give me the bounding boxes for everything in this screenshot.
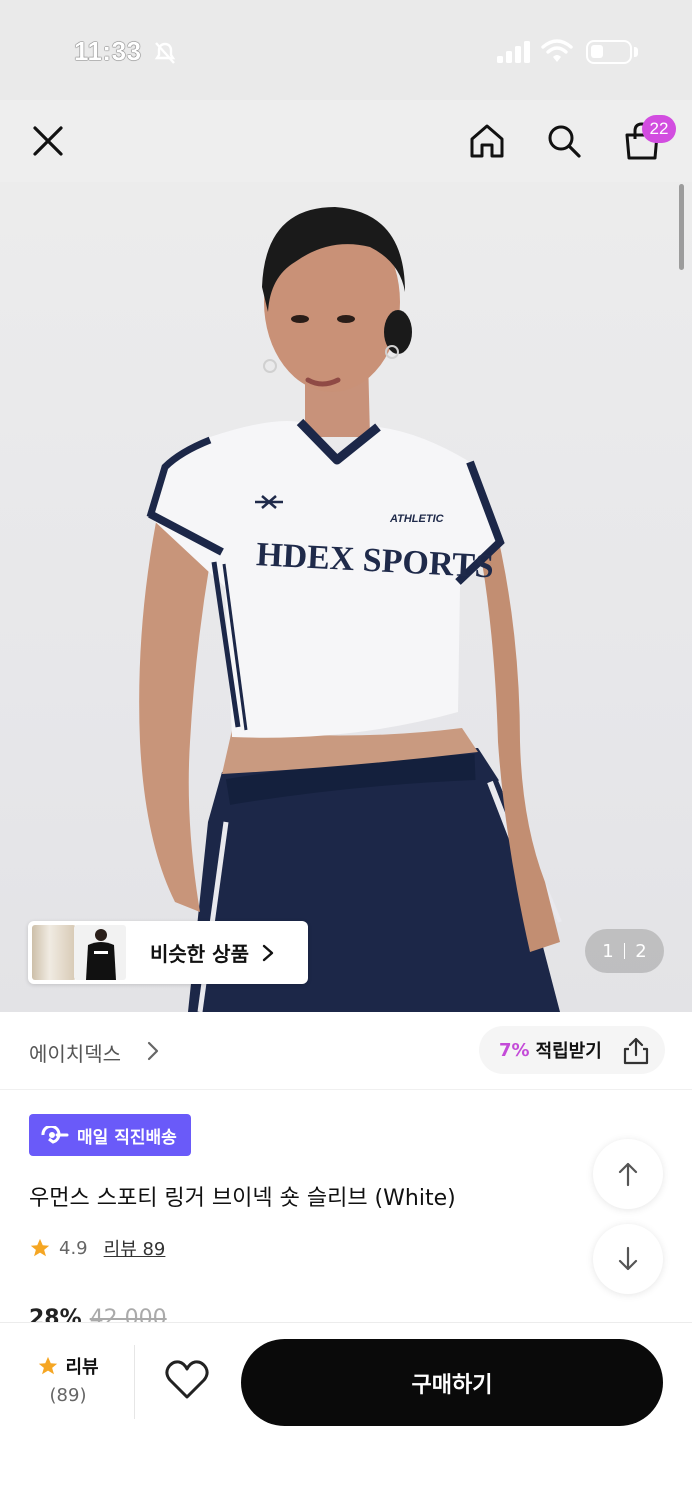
daily-direct-delivery-badge: 매일 직진배송 xyxy=(29,1114,191,1156)
shirt-tag-text: ATHLETIC xyxy=(389,513,445,525)
similar-products-button[interactable]: 비슷한 상품 xyxy=(28,921,308,984)
product-image-carousel[interactable]: HDEX SPORTS ATHLETIC 비슷한 상품 1 2 xyxy=(0,182,692,1012)
buy-now-button[interactable]: 구매하기 xyxy=(241,1339,663,1426)
image-scrollbar[interactable] xyxy=(679,184,684,270)
bottom-review-button[interactable]: 리뷰 (89) xyxy=(30,1353,106,1406)
star-icon xyxy=(39,1356,58,1375)
rating-value: 4.9 xyxy=(59,1237,88,1259)
similar-thumb-2 xyxy=(74,925,126,980)
chevron-right-icon xyxy=(262,944,274,961)
search-button[interactable] xyxy=(534,100,594,182)
star-icon xyxy=(30,1238,50,1257)
wishlist-button[interactable] xyxy=(164,1359,210,1405)
discount-rate: 28% xyxy=(29,1306,82,1322)
wifi-icon xyxy=(541,39,573,62)
scroll-up-button[interactable] xyxy=(593,1139,663,1209)
rating-row: 4.9 리뷰 89 xyxy=(29,1235,165,1261)
bottom-divider xyxy=(134,1345,135,1419)
reward-label: 적립받기 xyxy=(535,1041,602,1062)
similar-products-thumbnails xyxy=(32,921,128,984)
bottom-review-count: (89) xyxy=(49,1385,87,1406)
bottom-action-bar: 리뷰 (89) 구매하기 xyxy=(0,1322,692,1500)
arrow-up-icon xyxy=(618,1162,638,1187)
original-price: 42,000 xyxy=(89,1306,167,1322)
chevron-right-icon xyxy=(147,1041,159,1061)
page-total: 2 xyxy=(635,940,647,962)
page-current: 1 xyxy=(602,940,614,962)
share-icon[interactable] xyxy=(621,1036,651,1066)
search-icon xyxy=(548,125,581,158)
fast-delivery-icon xyxy=(41,1126,69,1144)
similar-thumb-1 xyxy=(32,925,76,980)
top-nav-bar xyxy=(0,100,692,182)
scroll-down-button[interactable] xyxy=(593,1224,663,1294)
status-time: 11:33 xyxy=(74,36,142,66)
close-icon xyxy=(33,126,63,156)
delivery-badge-label: 매일 직진배송 xyxy=(77,1127,177,1148)
reward-share-button[interactable]: 7% 적립받기 xyxy=(479,1026,665,1074)
product-title: 우먼스 스포티 링거 브이넥 숏 슬리브 (White) xyxy=(29,1186,456,1211)
heart-icon xyxy=(165,1360,209,1399)
silent-bell-icon xyxy=(154,42,176,64)
bottom-review-label: 리뷰 xyxy=(65,1357,99,1378)
review-count-link[interactable]: 리뷰 89 xyxy=(104,1235,166,1261)
brand-row: 에이치덱스 7% 적립받기 xyxy=(0,1012,692,1090)
status-bar: 11:33 xyxy=(0,0,692,100)
battery-icon xyxy=(586,40,632,64)
cellular-signal-icon xyxy=(497,41,530,63)
arrow-down-icon xyxy=(618,1246,638,1271)
reward-percent: 7% xyxy=(499,1039,530,1061)
page-separator xyxy=(623,943,626,959)
home-button[interactable] xyxy=(457,100,517,182)
battery-tip xyxy=(634,47,638,57)
close-button[interactable] xyxy=(18,100,78,182)
price-row: 28% 42,000 xyxy=(29,1306,167,1322)
similar-products-label: 비슷한 상품 xyxy=(150,942,249,966)
product-photo: HDEX SPORTS ATHLETIC xyxy=(139,207,562,1012)
cart-count-badge: 22 xyxy=(642,115,676,143)
home-icon xyxy=(470,124,504,158)
brand-name-link[interactable]: 에이치덱스 xyxy=(29,1038,121,1067)
image-page-indicator: 1 2 xyxy=(585,929,664,973)
